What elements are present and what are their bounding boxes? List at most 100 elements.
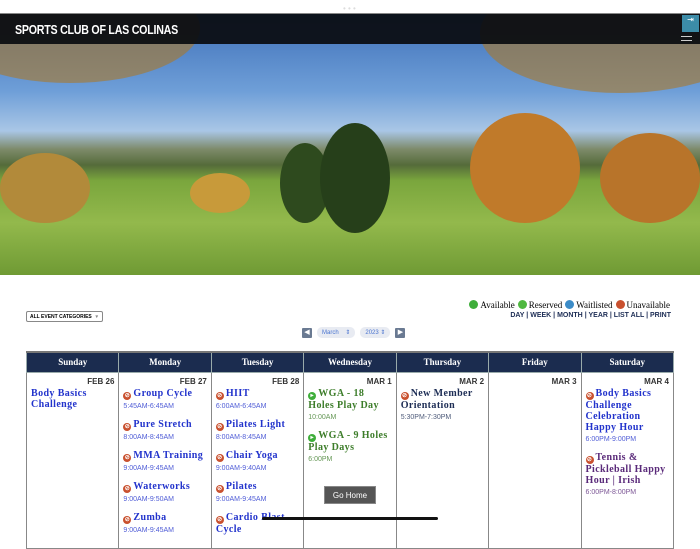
day-cell: MAR 4 ⊘ Body Basics Challenge Celebration … bbox=[580, 371, 675, 549]
event-title[interactable]: Zumba bbox=[133, 512, 166, 523]
legend-label: Waitlisted bbox=[576, 300, 613, 310]
event-time: 9:00AM-9:40AM bbox=[215, 464, 267, 472]
unavailable-icon: ⊘ bbox=[400, 391, 409, 400]
waitlisted-icon bbox=[565, 300, 575, 309]
event-title[interactable]: Pilates bbox=[226, 481, 257, 492]
date-label: FEB 27 bbox=[179, 376, 207, 386]
event-title[interactable]: New Member Orientation bbox=[401, 388, 473, 411]
month-select[interactable]: March ⇕ bbox=[317, 327, 356, 338]
unavailable-icon: ⊘ bbox=[585, 455, 594, 464]
event-title[interactable]: HIIT bbox=[226, 388, 250, 399]
view-link-day[interactable]: DAY bbox=[510, 312, 524, 319]
unavailable-icon: ⊘ bbox=[123, 484, 132, 493]
event-item[interactable]: ⊘ Zumba 9:00AM-9:45AM bbox=[123, 512, 206, 534]
event-item[interactable]: Body Basics Challenge bbox=[31, 388, 114, 410]
go-home-button[interactable]: Go Home bbox=[324, 486, 376, 504]
event-title[interactable]: WGA - 9 Holes Play Days bbox=[308, 430, 387, 453]
available-icon bbox=[469, 300, 479, 309]
event-title[interactable]: Pure Stretch bbox=[133, 419, 192, 430]
event-time: 9:00AM-9:45AM bbox=[215, 495, 267, 503]
prev-month-button[interactable]: ◀ bbox=[302, 327, 312, 338]
event-item[interactable]: ⊘ Pilates Light 8:00AM-8:45AM bbox=[215, 419, 299, 441]
legend-label: Available bbox=[480, 300, 515, 310]
view-link-list-all[interactable]: LIST ALL bbox=[614, 312, 644, 319]
event-item[interactable]: ⊘ Chair Yoga 9:00AM-9:40AM bbox=[215, 450, 299, 472]
view-link-print[interactable]: PRINT bbox=[650, 312, 671, 319]
unavailable-icon: ⊘ bbox=[215, 422, 224, 431]
event-title[interactable]: Chair Yoga bbox=[226, 450, 278, 461]
event-item[interactable]: ⊘ HIIT 6:00AM-6:45AM bbox=[215, 388, 299, 410]
event-title[interactable]: MMA Training bbox=[133, 450, 203, 461]
hero-image bbox=[0, 13, 700, 275]
unavailable-icon: ⊘ bbox=[585, 391, 594, 400]
event-time: 8:00AM-8:45AM bbox=[123, 433, 175, 441]
year-select[interactable]: 2023 ⇕ bbox=[360, 327, 391, 338]
event-title[interactable]: WGA - 18 Holes Play Day bbox=[308, 388, 379, 411]
month-navigation: ◀ March ⇕ 2023 ⇕ ▶ bbox=[302, 327, 406, 338]
unavailable-icon: ⊘ bbox=[215, 391, 224, 400]
event-item[interactable]: ⊘ Pure Stretch 8:00AM-8:45AM bbox=[123, 419, 206, 441]
home-indicator bbox=[262, 517, 438, 520]
event-item[interactable]: ▸ WGA - 18 Holes Play Day 10:00AM bbox=[308, 388, 391, 421]
event-title[interactable]: Tennis & Pickleball Happy Hour | Irish bbox=[586, 452, 666, 486]
view-link-week[interactable]: WEEK bbox=[530, 312, 551, 319]
exit-icon[interactable]: ⇥ bbox=[682, 15, 699, 32]
event-category-select[interactable]: ALL EVENT CATEGORIES ▾ bbox=[26, 311, 103, 322]
day-cell: MAR 3 bbox=[488, 371, 582, 549]
event-title[interactable]: Waterworks bbox=[133, 481, 190, 492]
reserved-icon bbox=[517, 300, 527, 309]
view-link-year[interactable]: YEAR bbox=[588, 312, 607, 319]
unavailable-icon: ⊘ bbox=[123, 422, 132, 431]
day-cell: FEB 28 ⊘ HIIT 6:00AM-6:45AM ⊘ Pilates Light 8:… bbox=[210, 371, 305, 549]
day-header: Thursday bbox=[395, 351, 490, 373]
event-item[interactable]: ⊘ Group Cycle 5:45AM-6:45AM bbox=[123, 388, 206, 410]
event-title[interactable]: Body Basics Challenge bbox=[31, 388, 87, 410]
day-header: Friday bbox=[488, 351, 582, 373]
day-cell: MAR 1 ▸ WGA - 18 Holes Play Day 10:00AM ▸ WGA… bbox=[303, 371, 397, 549]
day-cell: MAR 2 ⊘ New Member Orientation 5:30PM-7:30P… bbox=[395, 371, 490, 549]
legend-label: Unavailable bbox=[626, 300, 670, 310]
unavailable-icon bbox=[615, 300, 625, 309]
chevron-down-icon: ▾ bbox=[95, 314, 98, 320]
date-label: MAR 3 bbox=[551, 376, 577, 386]
event-title[interactable]: Cardio Blast Cycle bbox=[216, 512, 285, 535]
month-value: March bbox=[322, 330, 339, 336]
event-item[interactable]: ⊘ Pilates 9:00AM-9:45AM bbox=[215, 481, 299, 503]
event-item[interactable]: ⊘ New Member Orientation 5:30PM-7:30PM bbox=[400, 388, 484, 421]
event-title[interactable]: Pilates Light bbox=[226, 419, 285, 430]
event-item[interactable]: ⊘ Tennis & Pickleball Happy Hour | Irish 6… bbox=[585, 452, 669, 496]
event-time: 5:45AM-6:45AM bbox=[123, 402, 175, 410]
event-item[interactable]: ⊘ Waterworks 9:00AM-9:50AM bbox=[123, 481, 206, 503]
next-month-button[interactable]: ▶ bbox=[395, 327, 406, 338]
day-header: Sunday bbox=[25, 351, 120, 373]
event-title[interactable]: Body Basics Challenge Celebration Happy … bbox=[586, 388, 652, 433]
event-item[interactable]: ⊘ MMA Training 9:00AM-9:45AM bbox=[123, 450, 206, 472]
day-header: Tuesday bbox=[210, 351, 305, 373]
event-item[interactable]: ▸ WGA - 9 Holes Play Days 6:00PM bbox=[308, 430, 391, 463]
event-item[interactable]: ⊘ Body Basics Challenge Celebration Happy… bbox=[585, 388, 669, 443]
event-item[interactable]: ⊘ Cardio Blast Cycle bbox=[215, 512, 299, 535]
event-time: 9:00AM-9:45AM bbox=[123, 464, 175, 472]
day-cell: FEB 27 ⊘ Group Cycle 5:45AM-6:45AM ⊘ Pure Str… bbox=[118, 371, 212, 549]
available-icon: ▸ bbox=[308, 391, 317, 400]
event-time: 6:00PM-8:00PM bbox=[585, 488, 637, 496]
unavailable-icon: ⊘ bbox=[215, 453, 224, 462]
event-title[interactable]: Group Cycle bbox=[133, 388, 192, 399]
day-cell: FEB 26 Body Basics Challenge bbox=[25, 371, 120, 549]
event-time: 10:00AM bbox=[308, 413, 337, 421]
event-time: 9:00AM-9:50AM bbox=[123, 495, 175, 503]
unavailable-icon: ⊘ bbox=[123, 391, 132, 400]
legend-item: Waitlisted bbox=[565, 300, 613, 310]
view-link-month[interactable]: MONTH bbox=[557, 312, 583, 319]
hamburger-menu-icon[interactable] bbox=[681, 36, 692, 44]
unavailable-icon: ⊘ bbox=[215, 484, 224, 493]
date-label: MAR 4 bbox=[644, 376, 669, 386]
event-time: 6:00AM-6:45AM bbox=[215, 402, 267, 410]
day-header: Monday bbox=[118, 351, 212, 373]
year-value: 2023 bbox=[365, 330, 379, 336]
event-time: 5:30PM-7:30PM bbox=[400, 413, 452, 421]
day-header: Saturday bbox=[580, 351, 675, 373]
legend-item: Reserved bbox=[517, 300, 562, 310]
unavailable-icon: ⊘ bbox=[123, 453, 132, 462]
site-title[interactable]: SPORTS CLUB OF LAS COLINAS bbox=[15, 22, 178, 37]
